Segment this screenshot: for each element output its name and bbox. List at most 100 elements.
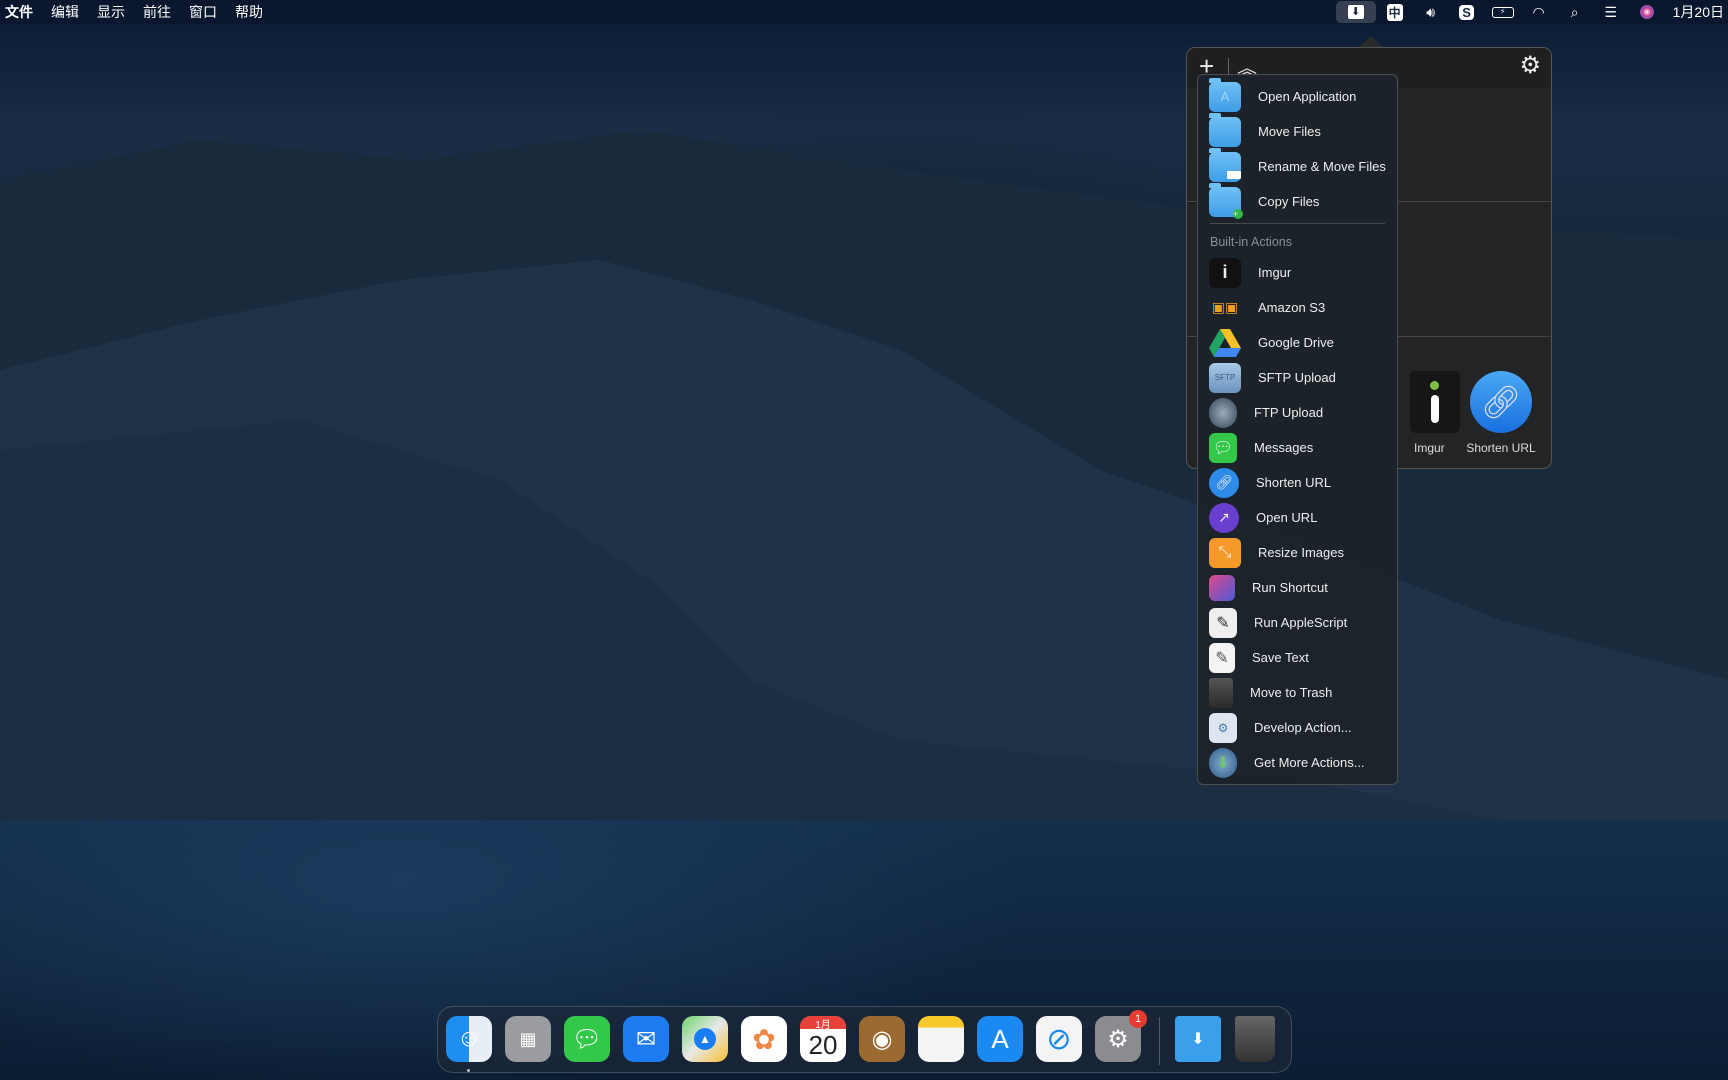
dock-app-store[interactable]: A — [977, 1016, 1023, 1062]
menu-item-label: Save Text — [1252, 650, 1309, 665]
menu-item-label: Get More Actions... — [1254, 755, 1365, 770]
menu-item-label: Open Application — [1258, 89, 1357, 104]
menu-item-copy-files[interactable]: + Copy Files — [1198, 182, 1397, 219]
dock-messages[interactable]: 💬︎ — [564, 1016, 610, 1062]
text-file-icon: ✎ — [1209, 642, 1235, 673]
menu-item-move-to-trash[interactable]: Move to Trash — [1198, 675, 1397, 710]
dock-downloads-folder[interactable]: ⬇ — [1175, 1016, 1221, 1062]
menu-item-label: Resize Images — [1258, 545, 1344, 560]
s-app-icon[interactable]: S — [1450, 1, 1484, 23]
sftp-icon: SFTP — [1209, 362, 1241, 393]
menu-item-label: Run AppleScript — [1254, 615, 1348, 630]
globe-icon — [1209, 397, 1237, 428]
menu-item-label: SFTP Upload — [1258, 370, 1336, 385]
notification-badge: 1 — [1129, 1010, 1147, 1028]
grid-item-label: Imgur — [1414, 441, 1445, 455]
menu-item-messages[interactable]: 💬︎ Messages — [1198, 430, 1397, 465]
menu-item-open-application[interactable]: A Open Application — [1198, 77, 1397, 114]
dropzone-icon[interactable]: ⬇ — [1335, 1, 1376, 23]
link-icon: 🔗︎ — [1209, 467, 1239, 498]
dock-trash[interactable] — [1235, 1016, 1275, 1062]
menu-separator — [1210, 223, 1385, 224]
menu-item-run-applescript[interactable]: ✎ Run AppleScript — [1198, 605, 1397, 640]
menu-item-shorten-url[interactable]: 🔗︎ Shorten URL — [1198, 465, 1397, 500]
grid-item-label: Shorten URL — [1466, 441, 1536, 455]
menu-item-amazon-s3[interactable]: ▣▣ Amazon S3 — [1198, 290, 1397, 325]
search-icon[interactable]: ⌕ — [1558, 1, 1592, 23]
menu-item-run-shortcut[interactable]: Run Shortcut — [1198, 570, 1397, 605]
menu-item-open-url[interactable]: ↗ Open URL — [1198, 500, 1397, 535]
dock-photos[interactable]: ✿ — [741, 1016, 787, 1062]
menu-item-label: Messages — [1254, 440, 1314, 455]
rename-folder-icon — [1209, 147, 1241, 182]
siri-icon[interactable] — [1630, 1, 1664, 23]
menu-item-move-files[interactable]: Move Files — [1198, 112, 1397, 149]
menu-item-sftp-upload[interactable]: SFTP SFTP Upload — [1198, 360, 1397, 395]
wifi-icon[interactable]: ◠ — [1522, 1, 1556, 23]
menu-go[interactable]: 前往 — [134, 2, 180, 22]
dock-contacts[interactable]: ◉ — [859, 1016, 905, 1062]
gear-icon[interactable]: ⚙ — [1519, 51, 1541, 80]
menu-item-label: Develop Action... — [1254, 720, 1352, 735]
imgur-icon: i — [1209, 257, 1241, 288]
app-folder-icon: A — [1209, 77, 1241, 112]
menu-item-label: Move to Trash — [1250, 685, 1333, 700]
add-action-menu: A Open Application Move Files Rename & Mo… — [1197, 74, 1398, 785]
folder-icon — [1209, 112, 1241, 147]
battery-charging-icon[interactable]: ⚡ — [1486, 1, 1520, 23]
menu-item-get-more-actions[interactable]: ⬇ Get More Actions... — [1198, 745, 1397, 780]
section-header: Built-in Actions — [1210, 235, 1292, 249]
applescript-icon: ✎ — [1209, 607, 1237, 638]
volume-icon[interactable]: 🔊︎ — [1414, 1, 1448, 23]
menu-item-save-text[interactable]: ✎ Save Text — [1198, 640, 1397, 675]
link-icon: 🔗︎ — [1470, 371, 1532, 433]
running-indicator — [467, 1069, 470, 1072]
dock-system-preferences[interactable]: ⚙ 1 — [1095, 1010, 1147, 1062]
menu-item-label: Imgur — [1258, 265, 1292, 280]
menu-window[interactable]: 窗口 — [180, 2, 226, 22]
clock[interactable]: 1月20日 — [1665, 2, 1728, 22]
external-link-icon: ↗ — [1209, 502, 1239, 533]
menu-item-rename-move-files[interactable]: Rename & Move Files — [1198, 147, 1397, 184]
dock-maps[interactable]: ▲ — [682, 1016, 728, 1062]
resize-icon: ⤡ — [1209, 537, 1241, 568]
download-globe-icon: ⬇ — [1209, 747, 1237, 778]
menu-help[interactable]: 帮助 — [226, 2, 272, 22]
menu-item-ftp-upload[interactable]: FTP Upload — [1198, 395, 1397, 430]
google-drive-icon — [1209, 328, 1241, 358]
menu-item-label: Run Shortcut — [1252, 580, 1328, 595]
menu-view[interactable]: 显示 — [88, 2, 134, 22]
control-center-icon[interactable]: ☰ — [1594, 1, 1628, 23]
menu-file[interactable]: 文件 — [0, 2, 42, 22]
menu-item-label: Google Drive — [1258, 335, 1334, 350]
menu-bar: 文件 编辑 显示 前往 窗口 帮助 ⬇ 中 🔊︎ S ⚡ ◠ ⌕ ☰ 1月20日 — [0, 0, 1728, 24]
menu-edit[interactable]: 编辑 — [42, 2, 88, 22]
dock-safari[interactable]: ⊘ — [1036, 1016, 1082, 1062]
amazon-s3-icon: ▣▣ — [1211, 299, 1239, 315]
dock-notes[interactable] — [918, 1016, 964, 1062]
dock-calendar[interactable]: 1月 20 — [800, 1016, 846, 1062]
input-method-icon[interactable]: 中 — [1378, 1, 1412, 23]
menu-item-label: Shorten URL — [1256, 475, 1332, 490]
menu-item-google-drive[interactable]: Google Drive — [1198, 325, 1397, 360]
grid-item-shorten-url[interactable]: 🔗︎ Shorten URL — [1451, 371, 1551, 455]
dock: ☺ ▦ 💬︎ ✉ ▲ ✿ 1月 20 ◉ A ⊘ ⚙ 1 ⬇ — [437, 1006, 1292, 1073]
trash-icon — [1209, 677, 1233, 708]
dock-finder[interactable]: ☺ — [446, 1016, 492, 1062]
menu-item-label: Copy Files — [1258, 194, 1320, 209]
menu-item-resize-images[interactable]: ⤡ Resize Images — [1198, 535, 1397, 570]
menu-item-label: Amazon S3 — [1258, 300, 1326, 315]
grid-item-imgur[interactable]: Imgur — [1394, 371, 1460, 455]
dock-mail[interactable]: ✉ — [623, 1016, 669, 1062]
messages-icon: 💬︎ — [1209, 432, 1237, 463]
menu-item-label: FTP Upload — [1254, 405, 1324, 420]
menu-item-develop-action[interactable]: ⚙ Develop Action... — [1198, 710, 1397, 745]
copy-folder-icon: + — [1209, 182, 1243, 219]
dock-launchpad[interactable]: ▦ — [505, 1016, 551, 1062]
menu-item-label: Move Files — [1258, 124, 1321, 139]
shortcuts-icon — [1209, 574, 1235, 601]
develop-icon: ⚙ — [1209, 712, 1237, 743]
menu-item-label: Open URL — [1256, 510, 1318, 525]
menu-item-imgur[interactable]: i Imgur — [1198, 255, 1397, 290]
dock-separator — [1159, 1017, 1160, 1065]
